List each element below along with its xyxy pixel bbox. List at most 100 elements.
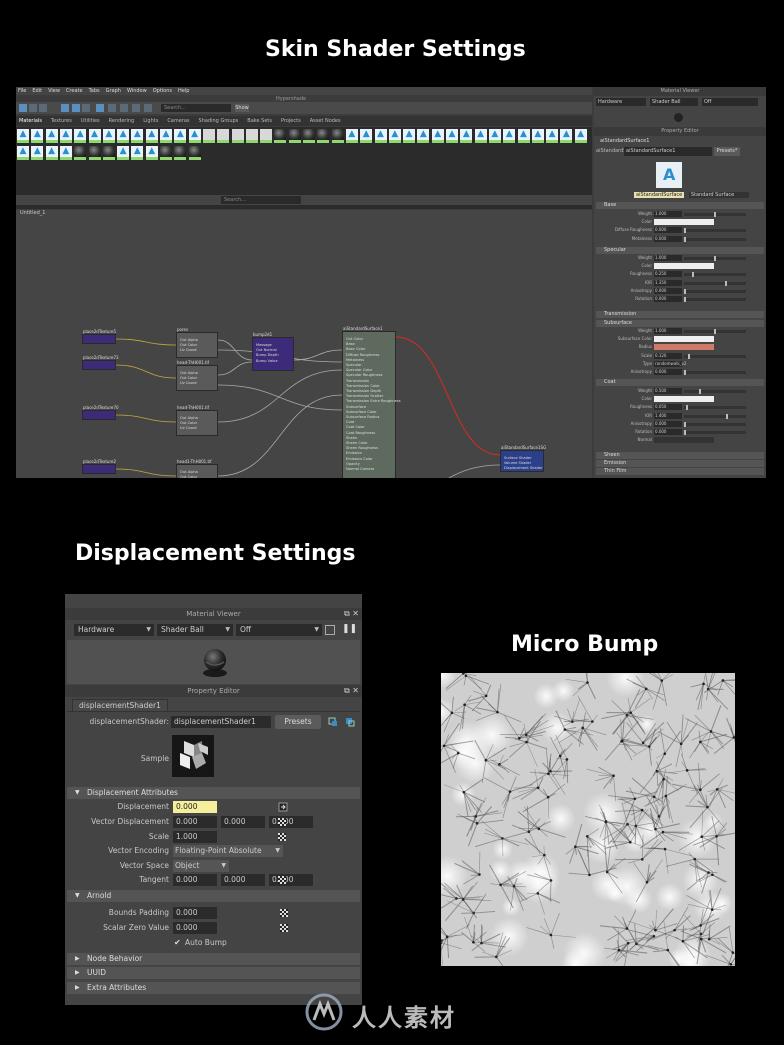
checker-map-icon[interactable] xyxy=(280,924,288,932)
material-swatch[interactable] xyxy=(160,146,172,160)
menu-item[interactable]: Create xyxy=(66,88,83,94)
material-swatch[interactable] xyxy=(303,129,315,143)
toolbar-button[interactable] xyxy=(132,104,140,112)
node-port[interactable]: Out Color xyxy=(180,421,197,425)
material-swatch[interactable]: ▲ xyxy=(31,146,44,160)
material-swatch[interactable]: ▲ xyxy=(446,129,458,143)
material-swatch[interactable] xyxy=(188,146,201,160)
tab-asset-nodes[interactable]: Asset Nodes xyxy=(310,118,341,124)
node-graph[interactable]: Untitled_1 place2dTexture5 place2dTexture… xyxy=(16,210,592,478)
node-port[interactable]: Coat Color xyxy=(346,425,365,429)
node-port[interactable]: Subsurface xyxy=(346,405,366,409)
renderer-dropdown[interactable]: Hardware ▼ xyxy=(74,624,154,636)
attribute-field[interactable]: 0.050 xyxy=(654,404,682,411)
presets-button[interactable]: Presets xyxy=(275,715,321,729)
slider-knob[interactable] xyxy=(684,236,686,242)
place2d-node[interactable]: place2dTexture2 xyxy=(82,459,116,474)
input-connections-icon[interactable] xyxy=(328,717,338,727)
attribute-field[interactable]: 0.000 xyxy=(654,235,682,242)
node-port[interactable]: Surface Shader xyxy=(504,456,532,460)
node-port[interactable]: Uv Coord xyxy=(180,381,197,385)
slider-knob[interactable] xyxy=(691,272,694,278)
material-swatch[interactable]: ▲ xyxy=(474,129,487,143)
attribute-slider[interactable] xyxy=(684,272,746,278)
menu-item[interactable]: View xyxy=(48,88,60,94)
scalar-zero-value-field[interactable]: 0.000 xyxy=(173,922,217,934)
node-port[interactable]: Transmission Color xyxy=(346,384,380,388)
menu-item[interactable]: File xyxy=(18,88,26,94)
tangent-z[interactable]: 0.000 xyxy=(269,874,313,886)
material-swatch[interactable] xyxy=(331,129,344,143)
render-settings-icon[interactable] xyxy=(325,625,335,635)
slider-knob[interactable] xyxy=(684,297,686,302)
node-port[interactable]: Displacement Shader xyxy=(504,466,543,470)
node-port[interactable]: Transmission xyxy=(346,379,369,383)
node-port[interactable]: Out Alpha xyxy=(180,371,198,375)
node-port[interactable]: Subsurface Radius xyxy=(346,415,379,419)
attribute-field[interactable]: 0.000 xyxy=(654,369,682,375)
tangent-y[interactable]: 0.000 xyxy=(221,874,265,886)
menu-item[interactable]: Edit xyxy=(32,88,42,94)
checkmark-icon[interactable]: ✔ xyxy=(174,937,181,949)
node-port[interactable]: Out Color xyxy=(180,475,197,478)
material-swatch[interactable]: ▲ xyxy=(45,146,58,160)
node-port[interactable]: Emission xyxy=(346,451,362,455)
bump2d-node[interactable]: bump2d1 Message Out Normal Bump Depth Bump V… xyxy=(252,332,294,371)
toolbar-button[interactable] xyxy=(82,104,90,112)
node-port[interactable]: Out Color xyxy=(346,337,363,341)
attribute-slider[interactable] xyxy=(684,288,746,294)
material-swatch[interactable] xyxy=(231,129,244,143)
node-port[interactable]: Out Color xyxy=(180,376,197,380)
attribute-slider[interactable] xyxy=(684,256,746,261)
attribute-field[interactable]: 0.250 xyxy=(654,271,682,278)
toolbar-button[interactable] xyxy=(144,104,152,112)
section-specular[interactable]: Specular xyxy=(596,247,764,254)
environment-select[interactable]: Off xyxy=(702,98,758,106)
node-port[interactable]: Emission Color xyxy=(346,457,373,461)
output-connections-icon[interactable] xyxy=(345,717,355,727)
tab-rendering[interactable]: Rendering xyxy=(109,118,135,124)
toolbar-button[interactable] xyxy=(29,104,37,112)
node-port[interactable]: Message xyxy=(256,343,272,347)
node-name-field[interactable]: aiStandardSurface1 xyxy=(624,147,712,156)
node-port[interactable]: Out Alpha xyxy=(180,338,198,342)
material-swatch[interactable]: ▲ xyxy=(59,129,72,143)
material-swatch[interactable]: ▲ xyxy=(145,129,158,143)
attribute-field[interactable] xyxy=(654,437,714,444)
shape-select[interactable]: Shader Ball xyxy=(650,98,698,106)
aistandardsurface-node[interactable]: aiStandardSurface1 Out Color Base Base Colo… xyxy=(342,326,401,478)
toolbar-button[interactable] xyxy=(39,104,47,112)
tab-projects[interactable]: Projects xyxy=(281,118,301,124)
shading-group-node[interactable]: aiStandardSurface1SG Surface Shader Volume… xyxy=(500,445,546,472)
toolbar-button[interactable] xyxy=(19,104,27,112)
node-port[interactable]: Bump Depth xyxy=(256,353,279,357)
vector-displacement-x[interactable]: 0.000 xyxy=(173,816,217,828)
node-port[interactable]: Sheen Roughness xyxy=(346,446,378,450)
material-swatch[interactable]: ▲ xyxy=(531,129,544,143)
material-swatch[interactable]: ▲ xyxy=(460,129,473,143)
section-sheen[interactable]: Sheen xyxy=(596,452,764,459)
slider-knob[interactable] xyxy=(714,329,716,334)
toolbar-button[interactable] xyxy=(61,104,69,112)
material-swatch[interactable]: ▲ xyxy=(17,146,29,160)
attribute-slider[interactable] xyxy=(684,353,746,359)
material-swatch[interactable]: ▲ xyxy=(174,129,187,143)
place2d-node[interactable]: place2dTexture5 xyxy=(82,329,116,344)
material-swatch[interactable] xyxy=(274,129,287,143)
toolbar-button[interactable] xyxy=(72,104,80,112)
slider-knob[interactable] xyxy=(684,288,686,294)
displacement-field[interactable]: 0.000 xyxy=(173,801,217,813)
material-swatch[interactable]: ▲ xyxy=(574,129,587,143)
attribute-field[interactable]: 0.000 xyxy=(654,287,682,294)
graph-search-input[interactable]: Search... xyxy=(221,196,301,204)
attribute-field[interactable]: 0.000 xyxy=(654,296,682,302)
attribute-field[interactable]: 0.120 xyxy=(654,352,682,359)
renderer-select[interactable]: Hardware xyxy=(596,98,646,106)
node-tab[interactable]: displacementShader1 xyxy=(72,699,168,711)
tab-cameras[interactable]: Cameras xyxy=(167,118,189,124)
show-button[interactable]: Show xyxy=(235,104,249,112)
material-swatch[interactable]: ▲ xyxy=(31,129,44,143)
attribute-slider[interactable] xyxy=(684,212,746,217)
material-swatch[interactable]: ▲ xyxy=(74,129,87,143)
attribute-slider[interactable] xyxy=(684,329,746,334)
